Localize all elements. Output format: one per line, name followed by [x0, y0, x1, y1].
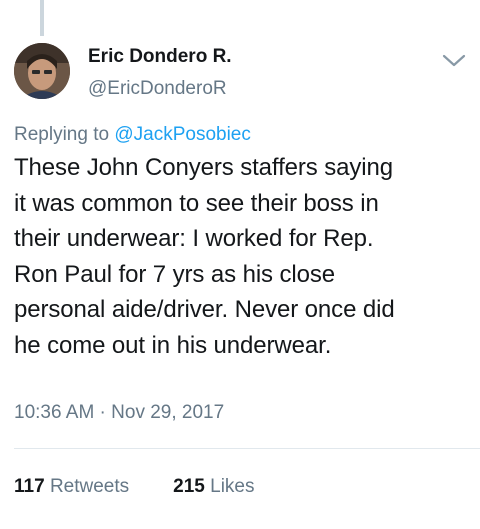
thread-connector-line	[40, 0, 44, 36]
reply-context: Replying to @JackPosobiec	[14, 124, 251, 146]
retweets-count: 117	[14, 476, 45, 497]
likes-stat[interactable]: 215 Likes	[173, 476, 254, 498]
retweets-label: Retweets	[49, 476, 130, 497]
avatar[interactable]	[14, 43, 70, 99]
chevron-down-icon[interactable]	[440, 50, 468, 70]
tweet-text: These John Conyers staffers saying it wa…	[14, 154, 395, 359]
likes-count: 215	[173, 476, 205, 497]
divider	[14, 448, 480, 449]
user-display-name[interactable]: Eric Dondero R.	[88, 46, 232, 68]
tweet-stats: 117 Retweets 215 Likes	[14, 476, 254, 498]
tweet-timestamp[interactable]: 10:36 AM · Nov 29, 2017	[14, 402, 224, 424]
likes-label: Likes	[210, 476, 255, 497]
user-handle[interactable]: @EricDonderoR	[88, 78, 227, 100]
reply-prefix: Replying to	[14, 124, 115, 145]
reply-mention-link[interactable]: @JackPosobiec	[114, 124, 251, 145]
retweets-stat[interactable]: 117 Retweets	[14, 476, 129, 498]
